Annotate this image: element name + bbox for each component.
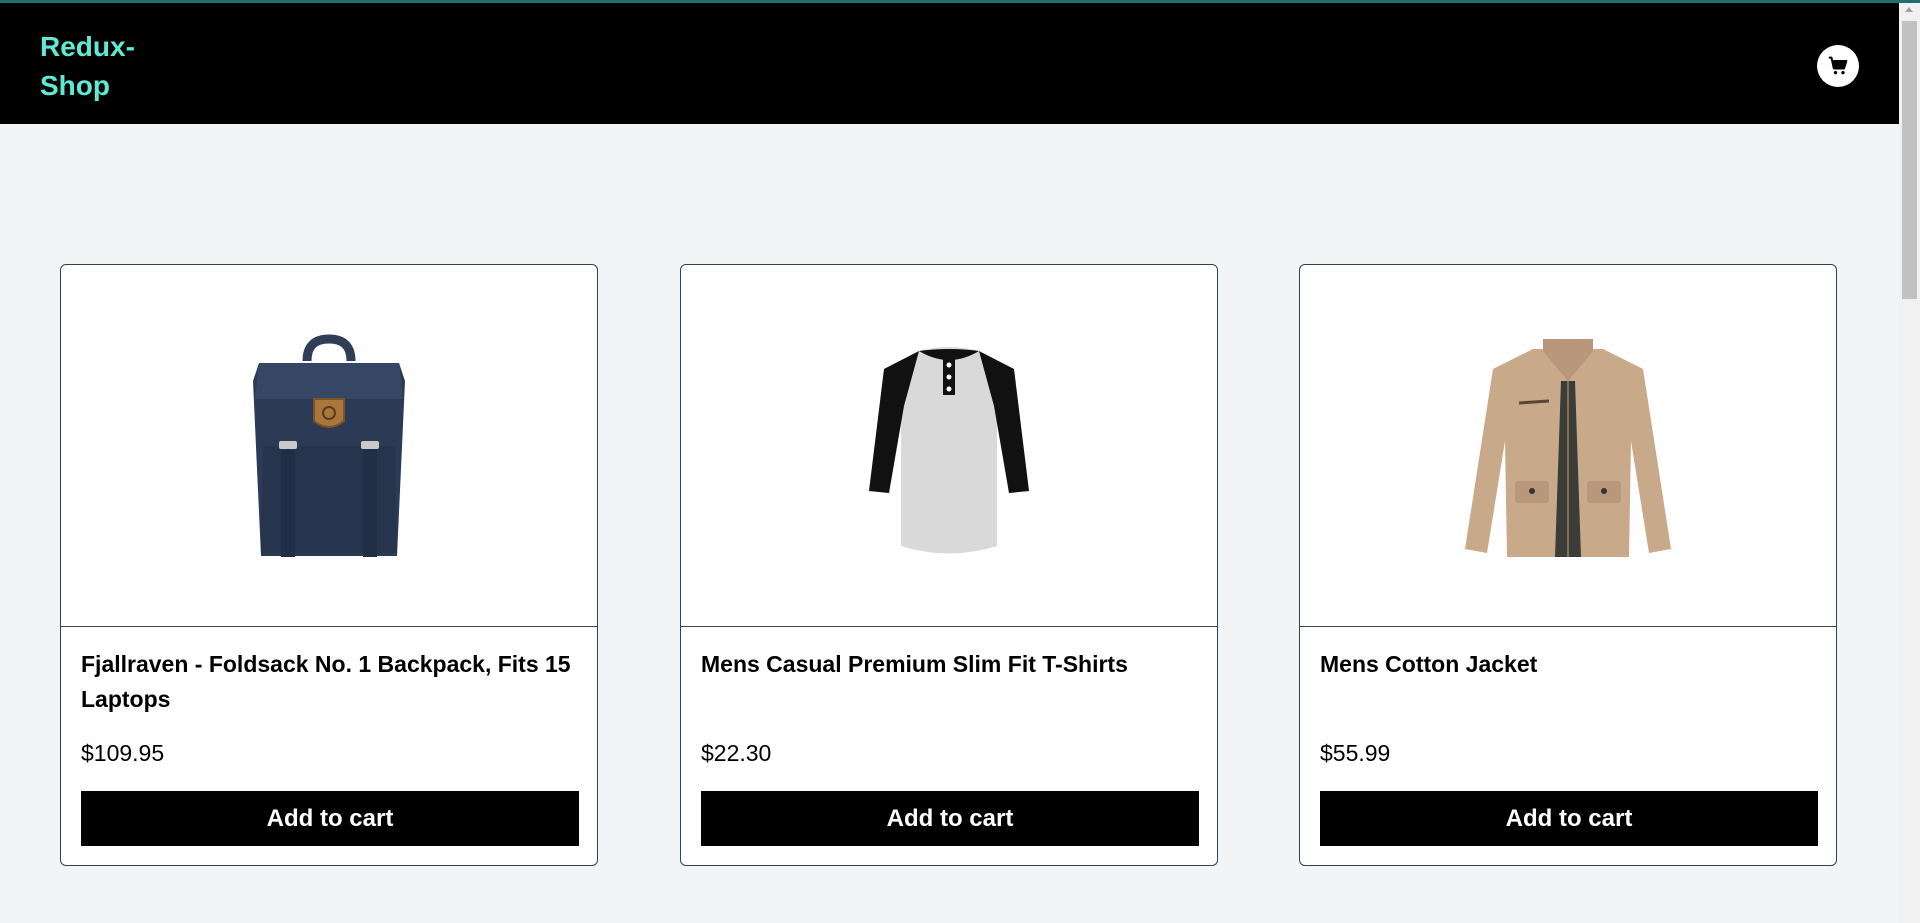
product-title[interactable]: Mens Cotton Jacket [1320,647,1820,682]
add-to-cart-button[interactable]: Add to cart [701,791,1199,846]
cart-button[interactable] [1817,45,1859,87]
product-card[interactable]: Fjallraven - Foldsack No. 1 Backpack, Fi… [60,264,598,866]
product-price: $55.99 [1320,740,1391,766]
vertical-scrollbar[interactable] [1899,3,1920,923]
product-image-container[interactable] [61,265,597,627]
product-image-container[interactable] [681,265,1217,627]
product-title[interactable]: Fjallraven - Foldsack No. 1 Backpack, Fi… [81,647,581,717]
add-to-cart-button[interactable]: Add to cart [81,791,579,846]
shopping-cart-icon [1828,56,1848,75]
backpack-image [253,333,405,557]
scrollbar-thumb[interactable] [1902,21,1917,299]
scroll-up-arrow-icon[interactable] [1905,7,1913,12]
product-price: $109.95 [81,740,165,766]
product-card[interactable]: Mens Casual Premium Slim Fit T-Shirts $2… [680,264,1218,866]
navbar: Redux- Shop [0,3,1899,124]
product-price: $22.30 [701,740,772,766]
product-grid: Fjallraven - Foldsack No. 1 Backpack, Fi… [0,124,1899,923]
tshirt-image [869,346,1029,553]
brand-line-1: Redux- [40,31,135,62]
product-card[interactable]: Mens Cotton Jacket $55.99 Add to cart [1299,264,1837,866]
add-to-cart-button[interactable]: Add to cart [1320,791,1818,846]
brand-logo[interactable]: Redux- Shop [40,27,180,105]
brand-line-2: Shop [40,70,110,101]
product-image-container[interactable] [1300,265,1836,627]
product-title[interactable]: Mens Casual Premium Slim Fit T-Shirts [701,647,1201,682]
jacket-image [1465,338,1671,557]
